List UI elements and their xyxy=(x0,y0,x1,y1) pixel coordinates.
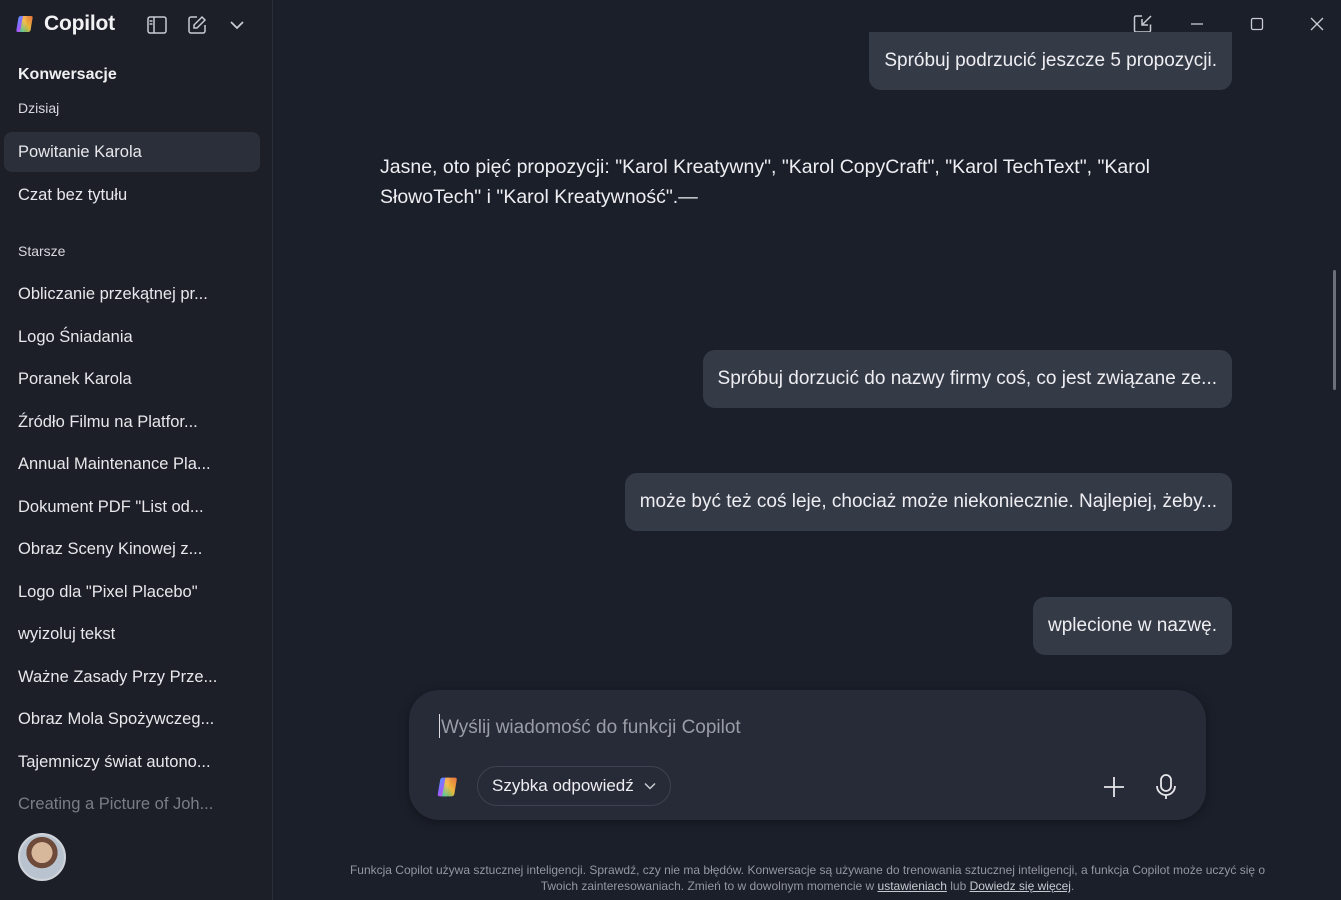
new-chat-icon[interactable] xyxy=(186,14,208,36)
conversation-item[interactable]: Czat bez tytułu xyxy=(4,175,260,215)
learn-more-link[interactable]: Dowiedz się więcej xyxy=(970,879,1071,893)
text-caret xyxy=(439,714,440,738)
conversation-item[interactable]: Ważne Zasady Przy Prze... xyxy=(4,657,260,697)
user-message: może być też coś leje, chociaż może niek… xyxy=(624,473,1232,531)
conversation-item[interactable]: Annual Maintenance Pla... xyxy=(4,444,260,484)
disclaimer-text: Funkcja Copilot używa sztucznej intelige… xyxy=(349,863,1266,893)
chevron-down-icon xyxy=(644,782,656,790)
user-avatar[interactable] xyxy=(18,833,66,881)
conversation-item-active[interactable]: Powitanie Karola xyxy=(4,132,260,172)
scrollbar-thumb[interactable] xyxy=(1333,270,1336,390)
disclaimer-text-or: lub xyxy=(946,879,970,893)
response-mode-dropdown[interactable]: Szybka odpowiedź xyxy=(477,766,671,806)
conversation-item[interactable]: Obraz Mola Spożywczeg... xyxy=(4,699,260,739)
assistant-message: Jasne, oto pięć propozycji: "Karol Kreat… xyxy=(380,156,1150,208)
disclaimer-footer: Funkcja Copilot używa sztucznej intelige… xyxy=(330,862,1285,894)
user-message: Spróbuj podrzucić jeszcze 5 propozycji. xyxy=(869,32,1232,90)
conversation-item[interactable]: wyizoluj tekst xyxy=(4,614,260,654)
user-message: wplecione w nazwę. xyxy=(1033,597,1232,655)
app-name: Copilot xyxy=(44,12,115,35)
copilot-logo-icon xyxy=(16,16,33,32)
plus-icon[interactable] xyxy=(1099,772,1129,802)
settings-link[interactable]: ustawieniach xyxy=(878,879,947,893)
sidebar-topbar: Copilot xyxy=(0,0,272,48)
disclaimer-period: . xyxy=(1070,879,1075,893)
conversation-item[interactable]: Logo dla "Pixel Placebo" xyxy=(4,572,260,612)
user-message: Spróbuj dorzucić do nazwy firmy coś, co … xyxy=(702,350,1232,408)
microphone-icon[interactable] xyxy=(1151,771,1181,803)
response-mode-label: Szybka odpowiedź xyxy=(492,776,634,795)
maximize-icon[interactable] xyxy=(1245,12,1269,36)
chevron-down-icon[interactable] xyxy=(226,14,248,36)
conversation-item[interactable]: Creating a Picture of Joh... xyxy=(4,784,260,824)
conversation-item[interactable]: Obraz Sceny Kinowej z... xyxy=(4,529,260,569)
conversation-item[interactable]: Poranek Karola xyxy=(4,359,260,399)
copilot-logo-icon[interactable] xyxy=(434,772,464,802)
conversation-item[interactable]: Obliczanie przekątnej pr... xyxy=(4,274,260,314)
conversations-heading: Konwersacje xyxy=(18,66,117,83)
group-label-today: Dzisiaj xyxy=(18,100,60,116)
app-logo: Copilot xyxy=(14,12,115,36)
conversation-item[interactable]: Logo Śniadania xyxy=(4,317,260,357)
conversation-item[interactable]: Źródło Filmu na Platfor... xyxy=(4,402,260,442)
conversation-item[interactable]: Tajemniczy świat autono... xyxy=(4,742,260,782)
message-input[interactable] xyxy=(439,712,1143,744)
message-composer: Szybka odpowiedź xyxy=(409,690,1206,820)
conversation-item[interactable]: Dokument PDF "List od... xyxy=(4,487,260,527)
group-label-older: Starsze xyxy=(18,243,66,259)
sidebar-toggle-icon[interactable] xyxy=(146,14,168,36)
sidebar: Copilot Konwersacje Dzisiaj Powitanie Ka… xyxy=(0,0,273,900)
close-icon[interactable] xyxy=(1305,12,1329,36)
